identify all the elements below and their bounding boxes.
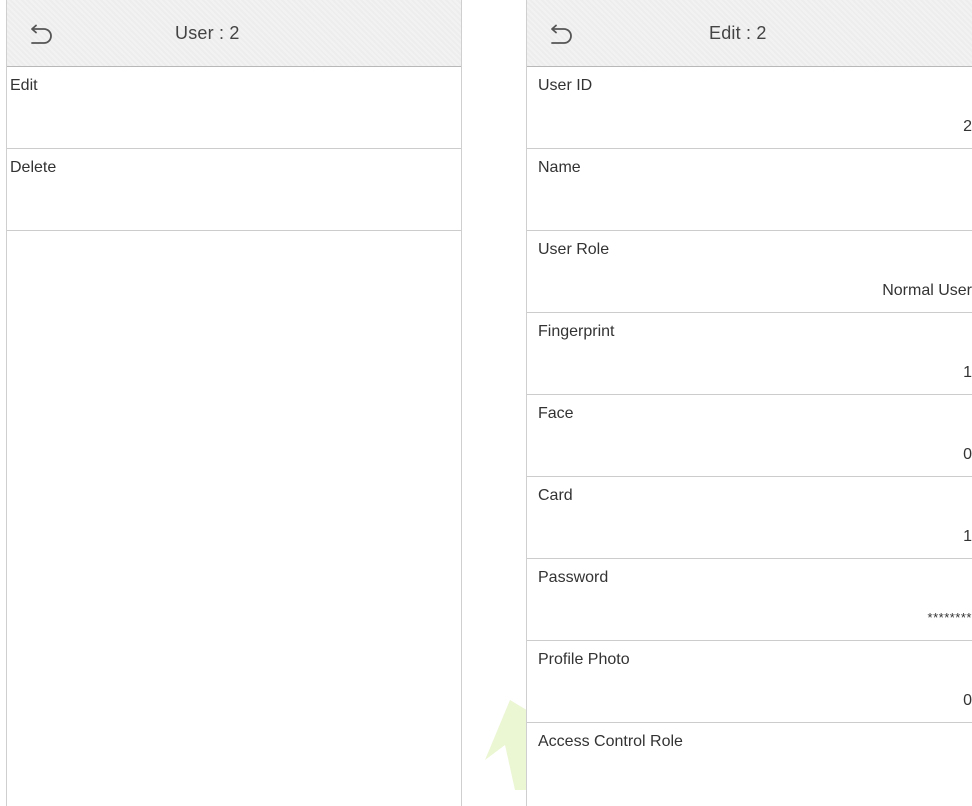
field-label: Name <box>538 159 581 176</box>
edit-user-header: Edit : 2 <box>527 0 972 67</box>
field-value: 1 <box>963 364 972 381</box>
field-value: 2 <box>963 118 972 135</box>
field-profile-photo[interactable]: Profile Photo 0 <box>527 641 972 723</box>
field-name[interactable]: Name <box>527 149 972 231</box>
menu-item-delete[interactable]: Delete <box>7 149 461 231</box>
field-label: Password <box>538 569 609 586</box>
back-arrow-icon[interactable] <box>27 24 53 46</box>
user-menu-header: User : 2 <box>7 0 461 67</box>
page-title: Edit : 2 <box>709 23 767 43</box>
field-label: User Role <box>538 241 610 258</box>
edit-user-panel: Edit : 2 User ID 2 Name User Role Normal… <box>526 0 972 806</box>
user-menu-panel: User : 2 Edit Delete <box>6 0 462 806</box>
field-label: Access Control Role <box>538 733 683 750</box>
field-label: User ID <box>538 77 593 94</box>
field-value: 0 <box>963 692 972 709</box>
field-card[interactable]: Card 1 <box>527 477 972 559</box>
field-access-control-role[interactable]: Access Control Role <box>527 723 972 805</box>
field-user-id[interactable]: User ID 2 <box>527 67 972 149</box>
field-value: 0 <box>963 446 972 463</box>
field-face[interactable]: Face 0 <box>527 395 972 477</box>
field-user-role[interactable]: User Role Normal User <box>527 231 972 313</box>
field-value: Normal User <box>882 282 972 299</box>
field-label: Profile Photo <box>538 651 630 668</box>
field-label: Card <box>538 487 573 504</box>
field-label: Fingerprint <box>538 323 615 340</box>
menu-item-label: Edit <box>10 77 38 94</box>
menu-item-edit[interactable]: Edit <box>7 67 461 149</box>
field-password[interactable]: Password ******** <box>527 559 972 641</box>
field-value: 1 <box>963 528 972 545</box>
page-title: User : 2 <box>175 23 240 43</box>
menu-item-label: Delete <box>10 159 57 176</box>
field-value: ******** <box>927 610 972 625</box>
field-fingerprint[interactable]: Fingerprint 1 <box>527 313 972 395</box>
field-label: Face <box>538 405 574 422</box>
back-arrow-icon[interactable] <box>547 24 573 46</box>
